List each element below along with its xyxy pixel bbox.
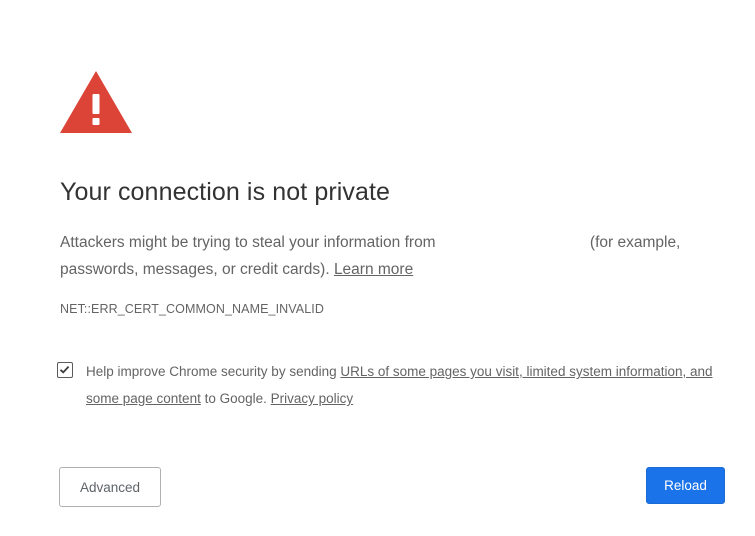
advanced-button[interactable]: Advanced [59, 467, 161, 507]
ssl-error-page: Your connection is not private Attackers… [0, 0, 755, 536]
explanation-text: Attackers might be trying to steal your … [60, 234, 436, 251]
warning-triangle-icon [60, 71, 132, 133]
reload-button[interactable]: Reload [646, 467, 725, 504]
optin-label: Help improve Chrome security by sending [86, 364, 341, 379]
learn-more-link[interactable]: Learn more [334, 261, 413, 278]
security-optin: Help improve Chrome security by sending … [57, 358, 737, 412]
privacy-policy-link[interactable]: Privacy policy [271, 391, 354, 406]
error-explanation: Attackers might be trying to steal your … [60, 229, 750, 283]
optin-text: Help improve Chrome security by sending … [86, 358, 737, 412]
error-code: NET::ERR_CERT_COMMON_NAME_INVALID [60, 302, 324, 316]
page-title: Your connection is not private [60, 178, 391, 206]
optin-label-continued: to Google. [200, 391, 271, 406]
checkmark-icon [59, 365, 70, 374]
optin-checkbox[interactable] [57, 362, 73, 378]
